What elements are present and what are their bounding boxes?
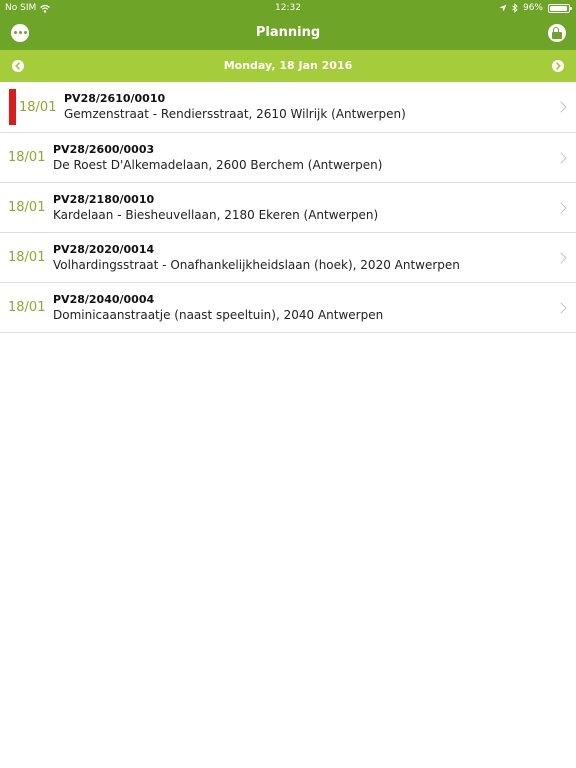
priority-flag bbox=[9, 89, 16, 125]
next-day-button[interactable] bbox=[552, 60, 564, 72]
list-item[interactable]: 18/01 PV28/2020/0014 Volhardingsstraat -… bbox=[0, 233, 576, 283]
item-address: Kardelaan - Biesheuvellaan, 2180 Ekeren … bbox=[53, 208, 379, 222]
page-title: Planning bbox=[255, 25, 321, 40]
item-date: 18/01 bbox=[8, 250, 46, 265]
item-code: PV28/2600/0003 bbox=[53, 143, 155, 156]
list-item[interactable]: 18/01 PV28/2180/0010 Kardelaan - Biesheu… bbox=[0, 183, 576, 233]
item-text: PV28/2040/0004 Dominicaanstraatje (naast… bbox=[53, 292, 383, 323]
chevron-right-icon bbox=[556, 62, 561, 70]
status-bar: No SIM 12:32 96% bbox=[0, 0, 576, 16]
item-address: Dominicaanstraatje (naast speeltuin), 20… bbox=[53, 308, 384, 322]
item-date: 18/01 bbox=[19, 99, 57, 115]
list-item[interactable]: 18/01 PV28/2610/0010 Gemzenstraat - Rend… bbox=[0, 82, 576, 133]
current-date: Monday, 18 Jan 2016 bbox=[223, 59, 353, 72]
battery-percent: 96% bbox=[522, 3, 543, 13]
chevron-right-icon bbox=[555, 301, 567, 314]
location-arrow-icon bbox=[499, 4, 507, 12]
chevron-right-icon bbox=[555, 101, 567, 113]
item-text: PV28/2600/0003 De Roest D'Alkemadelaan, … bbox=[53, 142, 382, 173]
planning-list: 18/01 PV28/2610/0010 Gemzenstraat - Rend… bbox=[0, 82, 576, 333]
app-window: No SIM 12:32 96% Planning Monday, 18 Jan… bbox=[0, 0, 576, 768]
item-code: PV28/2020/0014 bbox=[53, 243, 155, 256]
lock-button[interactable] bbox=[548, 24, 566, 42]
status-right: 96% bbox=[499, 0, 572, 16]
chevron-right-icon bbox=[555, 151, 567, 164]
status-time: 12:32 bbox=[275, 3, 301, 13]
item-address: Gemzenstraat - Rendiersstraat, 2610 Wilr… bbox=[64, 107, 406, 121]
nav-bar: Planning bbox=[0, 16, 576, 50]
item-address: Volhardingsstraat - Onafhankelijkheidsla… bbox=[53, 258, 460, 272]
item-date: 18/01 bbox=[8, 200, 46, 215]
item-date: 18/01 bbox=[8, 150, 46, 165]
item-code: PV28/2610/0010 bbox=[64, 92, 166, 105]
battery-fill bbox=[550, 5, 568, 11]
item-text: PV28/2610/0010 Gemzenstraat - Rendiersst… bbox=[64, 91, 406, 122]
chevron-right-icon bbox=[555, 251, 567, 264]
item-code: PV28/2040/0004 bbox=[53, 293, 155, 306]
list-item[interactable]: 18/01 PV28/2600/0003 De Roest D'Alkemade… bbox=[0, 133, 576, 183]
bluetooth-icon bbox=[512, 3, 518, 13]
item-text: PV28/2020/0014 Volhardingsstraat - Onafh… bbox=[53, 242, 460, 273]
item-date: 18/01 bbox=[8, 300, 46, 315]
chevron-right-icon bbox=[555, 201, 567, 214]
battery-icon bbox=[548, 3, 572, 13]
list-item[interactable]: 18/01 PV28/2040/0004 Dominicaanstraatje … bbox=[0, 283, 576, 333]
date-bar: Monday, 18 Jan 2016 bbox=[0, 50, 576, 82]
item-address: De Roest D'Alkemadelaan, 2600 Berchem (A… bbox=[53, 158, 383, 172]
item-text: PV28/2180/0010 Kardelaan - Biesheuvellaa… bbox=[53, 192, 378, 223]
item-code: PV28/2180/0010 bbox=[53, 193, 155, 206]
